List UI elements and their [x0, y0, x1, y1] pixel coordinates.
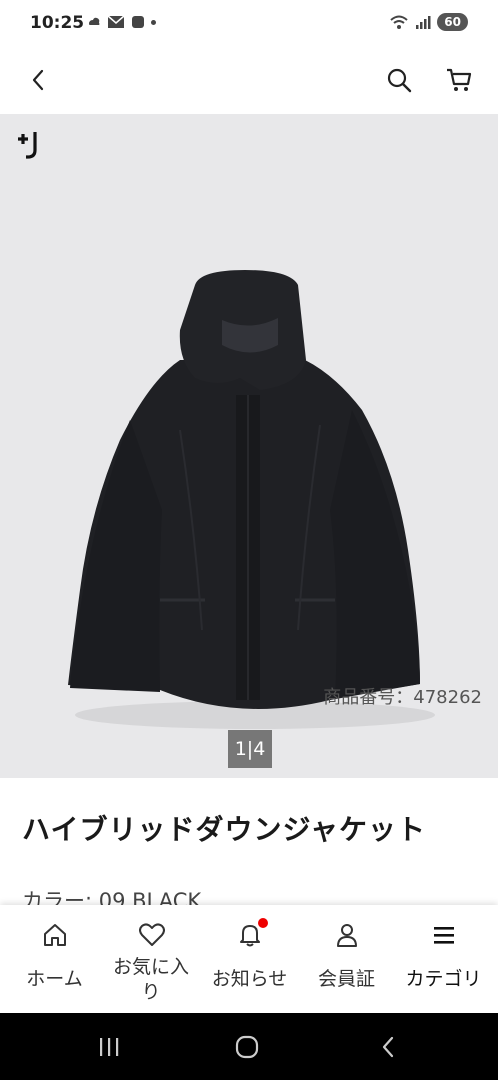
home-circle-icon: [235, 1035, 259, 1059]
nav-home-label: ホーム: [26, 968, 83, 990]
brand-logo: [16, 130, 44, 164]
recent-apps-button[interactable]: [94, 1033, 124, 1061]
search-icon: [387, 68, 412, 93]
nav-favorites[interactable]: お気に入り: [102, 905, 201, 1013]
bottom-nav: ホーム お気に入り お知らせ 会員証 カテゴリ: [0, 905, 498, 1013]
person-icon: [333, 921, 361, 949]
status-bar: 10:25 60: [0, 0, 498, 48]
nav-membership[interactable]: 会員証: [297, 905, 396, 1013]
weather-icon: [89, 17, 100, 25]
more-dot: [151, 19, 156, 25]
back-button[interactable]: [20, 62, 56, 98]
nav-membership-label: 会員証: [317, 968, 375, 990]
notification-badge: [258, 918, 268, 928]
nav-category[interactable]: カテゴリ: [394, 905, 493, 1013]
back-system-button[interactable]: [373, 1033, 403, 1061]
heart-icon: [138, 921, 166, 949]
menu-icon: [430, 921, 458, 949]
search-button[interactable]: [381, 62, 417, 98]
nav-notifications[interactable]: お知らせ: [200, 905, 299, 1013]
cart-icon: [447, 68, 472, 91]
battery-indicator: 60: [437, 13, 468, 31]
nav-home[interactable]: ホーム: [5, 905, 104, 1013]
app-header: [0, 48, 498, 114]
recent-apps-icon: [100, 1038, 119, 1056]
status-time: 10:25: [30, 13, 85, 33]
system-nav-bar: [0, 1013, 498, 1080]
plus-j-logo-icon: [18, 132, 37, 159]
chevron-left-icon: [32, 69, 44, 91]
product-number: 商品番号：478262: [323, 687, 482, 708]
cart-button[interactable]: [441, 62, 477, 98]
home-icon: [41, 921, 69, 949]
notification-icons: [86, 14, 156, 30]
mail-icon: [107, 15, 125, 28]
nav-category-label: カテゴリ: [405, 968, 482, 990]
nav-favorites-label: お気に入り: [112, 956, 189, 1003]
nav-notifications-label: お知らせ: [211, 968, 288, 990]
app-icon: [132, 16, 144, 28]
product-image-carousel[interactable]: 商品番号：478262 1|4: [0, 114, 498, 778]
product-title: ハイブリッドダウンジャケット: [22, 813, 427, 846]
signal-icon: [416, 16, 431, 29]
image-pager: 1|4: [228, 730, 272, 768]
system-icons: 60: [389, 13, 468, 31]
wifi-icon: [390, 15, 408, 29]
bell-icon: [236, 918, 268, 949]
back-arrow-icon: [382, 1036, 394, 1058]
home-system-button[interactable]: [232, 1033, 262, 1061]
